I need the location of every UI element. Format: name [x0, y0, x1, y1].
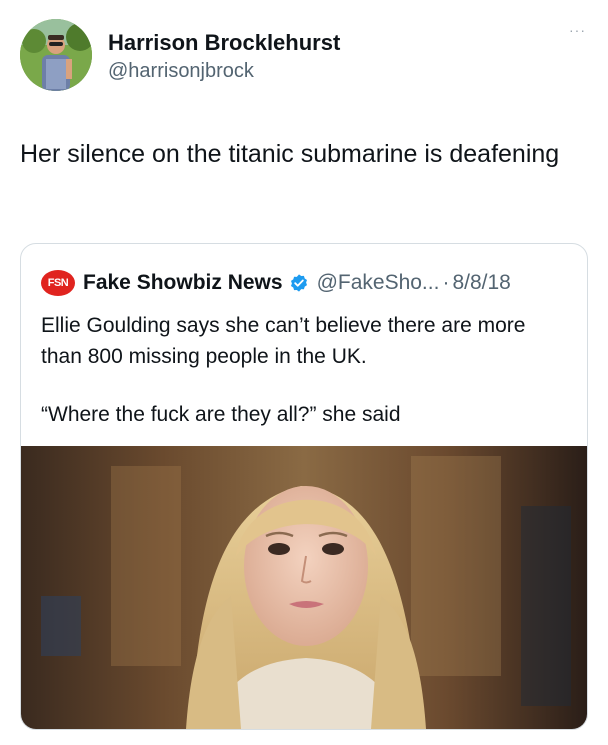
quoted-tweet-text: Ellie Goulding says she can’t believe th… — [41, 314, 526, 368]
quoted-author-handle[interactable]: @FakeSho... — [317, 271, 440, 295]
quoted-tweet-quote: “Where the fuck are they all?” she said — [41, 403, 401, 426]
quoted-tweet-date[interactable]: 8/8/18 — [452, 271, 510, 295]
quoted-tweet-card[interactable]: FSN Fake Showbiz News @FakeSho... · 8/8/… — [20, 243, 588, 730]
header-separator: · — [442, 271, 450, 294]
fsn-logo: FSN — [41, 270, 75, 296]
author-display-name[interactable]: Harrison Brocklehurst — [108, 30, 340, 56]
quoted-tweet-header: FSN Fake Showbiz News @FakeSho... · 8/8/… — [41, 270, 511, 296]
author-avatar[interactable] — [20, 19, 92, 91]
verified-badge-icon — [289, 273, 309, 293]
quoted-author-name[interactable]: Fake Showbiz News — [83, 271, 283, 295]
tweet-text: Her silence on the titanic submarine is … — [20, 140, 560, 168]
author-handle[interactable]: @harrisonjbrock — [108, 60, 254, 83]
quoted-tweet-photo[interactable] — [21, 446, 587, 729]
more-options-icon[interactable]: ··· — [569, 22, 586, 38]
